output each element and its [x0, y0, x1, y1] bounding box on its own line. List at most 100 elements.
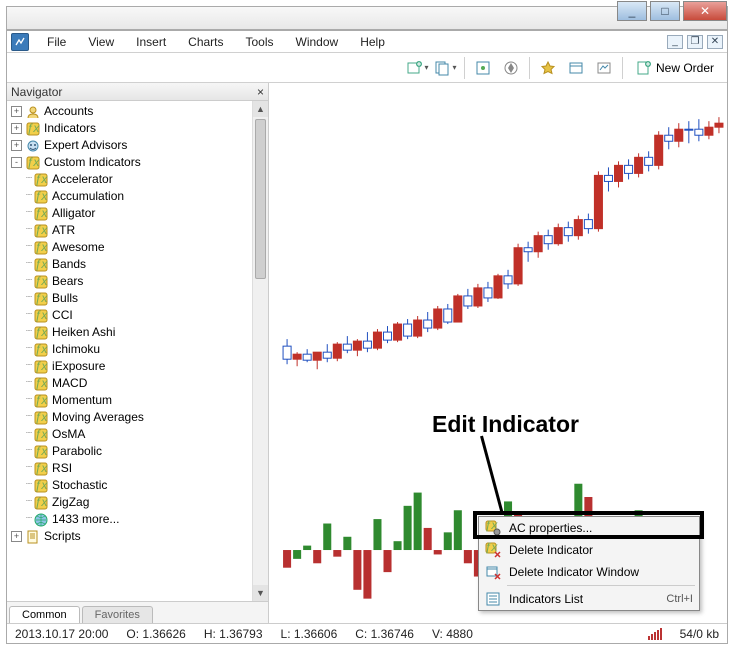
- scroll-up-button[interactable]: ▲: [253, 101, 268, 117]
- fx-icon: ƒх: [33, 343, 49, 357]
- tree-item-parabolic[interactable]: ┈ƒхParabolic: [9, 443, 252, 460]
- market-watch-button[interactable]: [471, 56, 495, 80]
- menu-help[interactable]: Help: [350, 32, 395, 52]
- fx-icon: ƒх: [33, 496, 49, 510]
- tree-item-accounts[interactable]: +Accounts: [9, 103, 252, 120]
- tree-item-momentum[interactable]: ┈ƒхMomentum: [9, 392, 252, 409]
- context-menu-shortcut: Ctrl+I: [666, 593, 693, 605]
- tree-item-moving-averages[interactable]: ┈ƒхMoving Averages: [9, 409, 252, 426]
- navigator-tree[interactable]: +Accounts+ƒхIndicators+Expert Advisors-ƒ…: [7, 101, 252, 601]
- tree-guide-icon: ┈: [11, 426, 31, 443]
- tree-item-label: Parabolic: [52, 443, 102, 460]
- status-bar: 2013.10.17 20:00 O: 1.36626 H: 1.36793 L…: [7, 623, 727, 643]
- context-menu-delete-indicator[interactable]: ƒх Delete Indicator: [479, 539, 699, 561]
- svg-text:ƒх: ƒх: [35, 241, 48, 254]
- tree-item-iexposure[interactable]: ┈ƒхiExposure: [9, 358, 252, 375]
- tree-guide-icon: ┈: [11, 273, 31, 290]
- fx-icon: ƒх: [25, 122, 41, 136]
- tree-guide-icon: ┈: [11, 477, 31, 494]
- tree-item-bulls[interactable]: ┈ƒхBulls: [9, 290, 252, 307]
- tree-item-more[interactable]: ┈1433 more...: [9, 511, 252, 528]
- ea-icon: [25, 139, 41, 153]
- context-menu-ac-properties-[interactable]: ƒх AC properties...: [479, 517, 699, 539]
- tree-item-label: Stochastic: [52, 477, 107, 494]
- tree-item-expert-advisors[interactable]: +Expert Advisors: [9, 137, 252, 154]
- menu-insert[interactable]: Insert: [126, 32, 176, 52]
- profiles-button[interactable]: ▾: [434, 56, 458, 80]
- menu-window[interactable]: Window: [286, 32, 349, 52]
- tree-item-indicators[interactable]: +ƒхIndicators: [9, 120, 252, 137]
- fx-icon: ƒх: [33, 377, 49, 391]
- expander-icon[interactable]: +: [11, 140, 22, 151]
- tree-guide-icon: ┈: [11, 392, 31, 409]
- tree-item-bears[interactable]: ┈ƒхBears: [9, 273, 252, 290]
- fx-icon: ƒх: [33, 479, 49, 493]
- tree-item-stochastic[interactable]: ┈ƒхStochastic: [9, 477, 252, 494]
- fx-icon: ƒх: [33, 258, 49, 272]
- mdi-close-button[interactable]: ✕: [707, 35, 723, 49]
- mdi-minimize-button[interactable]: _: [667, 35, 683, 49]
- strategy-tester-button[interactable]: [592, 56, 616, 80]
- tree-item-accelerator[interactable]: ┈ƒхAccelerator: [9, 171, 252, 188]
- menu-tools[interactable]: Tools: [236, 32, 284, 52]
- menu-file[interactable]: File: [37, 32, 76, 52]
- fx-icon: ƒх: [33, 292, 49, 306]
- tree-item-custom-indicators[interactable]: -ƒхCustom Indicators: [9, 154, 252, 171]
- navigator-tabs: Common Favorites: [7, 601, 268, 623]
- scripts-icon: [25, 530, 41, 544]
- tree-item-awesome[interactable]: ┈ƒхAwesome: [9, 239, 252, 256]
- tree-item-label: Momentum: [52, 392, 112, 409]
- fx-icon: ƒх: [33, 190, 49, 204]
- tree-item-macd[interactable]: ┈ƒхMACD: [9, 375, 252, 392]
- tree-item-rsi[interactable]: ┈ƒхRSI: [9, 460, 252, 477]
- favorite-button[interactable]: [536, 56, 560, 80]
- context-menu-label: Indicators List: [509, 592, 666, 606]
- svg-text:ƒх: ƒх: [35, 173, 48, 186]
- tree-item-ichimoku[interactable]: ┈ƒхIchimoku: [9, 341, 252, 358]
- scroll-down-button[interactable]: ▼: [253, 585, 268, 601]
- menu-view[interactable]: View: [78, 32, 124, 52]
- tree-item-alligator[interactable]: ┈ƒхAlligator: [9, 205, 252, 222]
- tree-guide-icon: ┈: [11, 494, 31, 511]
- tree-item-zigzag[interactable]: ┈ƒхZigZag: [9, 494, 252, 511]
- svg-text:ƒх: ƒх: [35, 207, 48, 220]
- navigator-scrollbar[interactable]: ▲ ▼: [252, 101, 268, 601]
- scroll-thumb[interactable]: [255, 119, 266, 279]
- svg-text:ƒх: ƒх: [35, 190, 48, 203]
- context-menu-delete-indicator-window[interactable]: Delete Indicator Window: [479, 561, 699, 583]
- tab-common[interactable]: Common: [9, 606, 80, 623]
- tree-item-accumulation[interactable]: ┈ƒхAccumulation: [9, 188, 252, 205]
- expander-icon[interactable]: +: [11, 106, 22, 117]
- menu-charts[interactable]: Charts: [178, 32, 233, 52]
- window-close-button[interactable]: ✕: [683, 1, 727, 21]
- tree-item-atr[interactable]: ┈ƒхATR: [9, 222, 252, 239]
- navigator-close-button[interactable]: ×: [257, 85, 264, 99]
- tree-guide-icon: ┈: [11, 443, 31, 460]
- tree-item-scripts[interactable]: +Scripts: [9, 528, 252, 545]
- tree-guide-icon: ┈: [11, 205, 31, 222]
- tree-item-bands[interactable]: ┈ƒхBands: [9, 256, 252, 273]
- tree-item-label: Custom Indicators: [44, 154, 141, 171]
- expander-icon[interactable]: -: [11, 157, 22, 168]
- globe-icon: [33, 513, 49, 527]
- tree-item-heiken-ashi[interactable]: ┈ƒхHeiken Ashi: [9, 324, 252, 341]
- tree-item-cci[interactable]: ┈ƒхCCI: [9, 307, 252, 324]
- context-menu-label: Delete Indicator: [509, 543, 693, 557]
- context-menu-indicators-list[interactable]: Indicators List Ctrl+I: [479, 588, 699, 610]
- fx-icon: ƒх: [33, 241, 49, 255]
- window-maximize-button[interactable]: □: [650, 1, 680, 21]
- expander-icon[interactable]: +: [11, 123, 22, 134]
- navigator-button[interactable]: [499, 56, 523, 80]
- fx-icon: ƒх: [33, 360, 49, 374]
- expander-icon[interactable]: +: [11, 531, 22, 542]
- svg-text:ƒх: ƒх: [35, 258, 48, 271]
- fx-icon: ƒх: [33, 207, 49, 221]
- mdi-restore-button[interactable]: ❐: [687, 35, 703, 49]
- window-minimize-button[interactable]: _: [617, 1, 647, 21]
- tab-favorites[interactable]: Favorites: [82, 606, 153, 623]
- new-order-button[interactable]: New Order: [629, 56, 721, 80]
- terminal-button[interactable]: [564, 56, 588, 80]
- new-chart-button[interactable]: ▾: [406, 56, 430, 80]
- context-menu-label: Delete Indicator Window: [509, 565, 693, 579]
- tree-item-osma[interactable]: ┈ƒхOsMA: [9, 426, 252, 443]
